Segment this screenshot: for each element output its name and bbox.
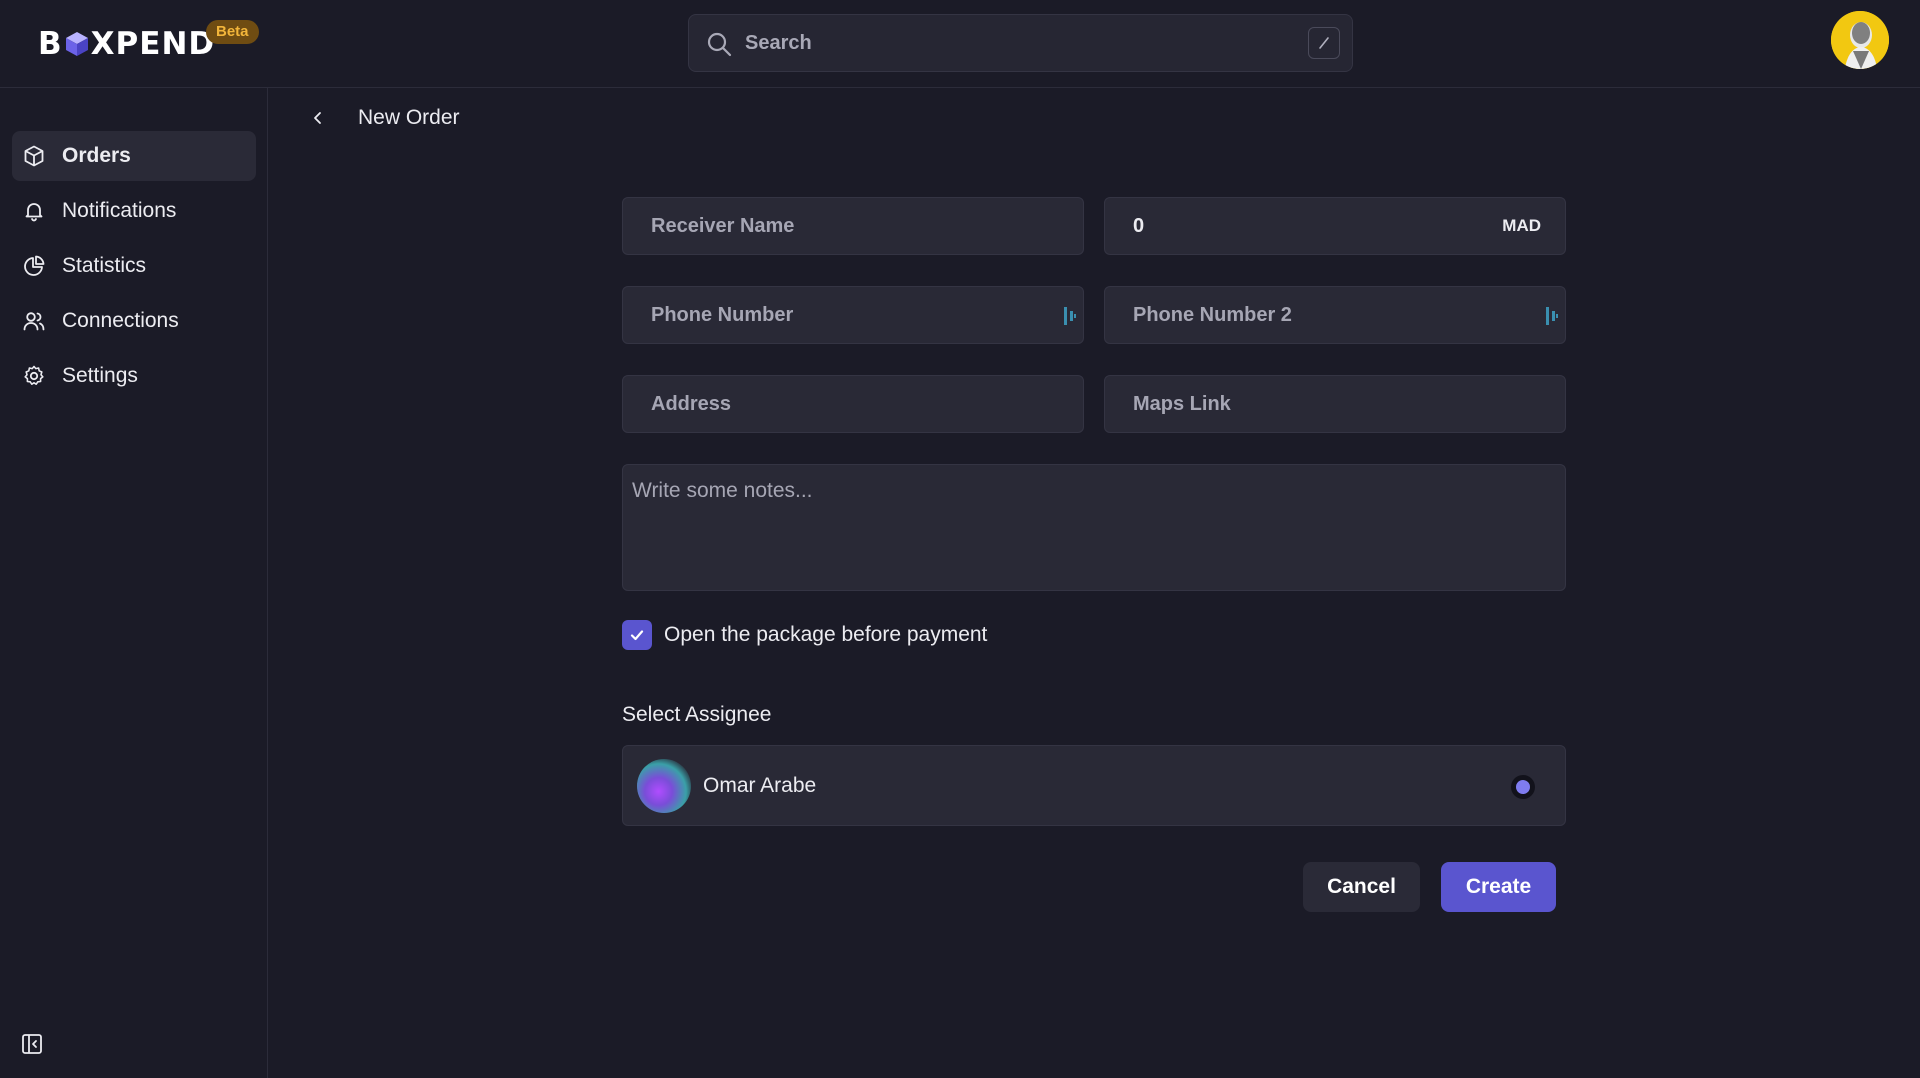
assignee-option[interactable]: Omar Arabe [622, 745, 1566, 826]
phone-number-input[interactable] [623, 287, 1083, 343]
assignee-avatar [637, 759, 691, 813]
users-icon [23, 312, 45, 331]
phone-field-icon [1064, 307, 1076, 325]
assignee-section-title: Select Assignee [622, 703, 772, 726]
app-logo[interactable]: B XPEND [38, 26, 215, 62]
logo-wordmark: B XPEND [38, 26, 215, 62]
back-button[interactable] [300, 100, 336, 136]
avatar-portrait-icon [1831, 11, 1889, 69]
address-field [622, 375, 1084, 433]
sidebar-item-label: Orders [62, 144, 131, 167]
top-bar: B XPEND Beta [0, 0, 1920, 88]
open-package-option: Open the package before payment [622, 620, 987, 650]
sidebar-item-settings[interactable]: Settings [12, 351, 256, 401]
amount-field: MAD [1104, 197, 1566, 255]
receiver-name-input[interactable] [623, 198, 1083, 254]
user-avatar[interactable] [1831, 11, 1889, 69]
radio-selected-dot [1516, 780, 1530, 794]
slash-shortcut-icon [1308, 27, 1340, 59]
page-header: New Order [300, 100, 460, 136]
open-package-checkbox[interactable] [622, 620, 652, 650]
collapse-sidebar-icon[interactable] [20, 1032, 44, 1056]
sidebar-item-orders[interactable]: Orders [12, 131, 256, 181]
bell-icon [25, 203, 43, 222]
search-input[interactable] [745, 25, 1265, 61]
assignee-radio[interactable] [1511, 775, 1535, 799]
logo-box-icon [65, 32, 88, 56]
notes-field [622, 464, 1566, 591]
cancel-button[interactable]: Cancel [1303, 862, 1420, 912]
beta-badge: Beta [206, 20, 259, 44]
logo-text-left: B [38, 26, 63, 62]
sidebar-item-label: Statistics [62, 254, 147, 277]
sidebar-item-connections[interactable]: Connections [12, 296, 256, 346]
phone-field-icon [1546, 307, 1558, 325]
create-button[interactable]: Create [1441, 862, 1556, 912]
currency-label: MAD [1502, 216, 1541, 235]
sidebar-item-statistics[interactable]: Statistics [12, 241, 256, 291]
phone-number-2-input[interactable] [1105, 287, 1565, 343]
search-icon [707, 32, 732, 57]
maps-link-input[interactable] [1105, 376, 1565, 432]
maps-link-field [1104, 375, 1566, 433]
address-input[interactable] [623, 376, 1083, 432]
amount-input[interactable] [1105, 198, 1565, 254]
chevron-left-icon [314, 112, 321, 124]
logo-text-right: XPEND [90, 26, 216, 62]
phone-number-field [622, 286, 1084, 344]
sidebar-item-label: Notifications [62, 199, 177, 222]
sidebar-item-label: Settings [62, 364, 138, 387]
phone-number-2-field [1104, 286, 1566, 344]
receiver-name-field [622, 197, 1084, 255]
sidebar-item-label: Connections [62, 309, 179, 332]
assignee-name: Omar Arabe [703, 774, 817, 797]
box-icon [24, 145, 44, 167]
notes-textarea[interactable] [623, 465, 1565, 590]
sidebar: Orders Notifications Statistics Connecti… [0, 88, 268, 1078]
page-title: New Order [358, 106, 460, 129]
pie-chart-icon [24, 255, 45, 276]
search-bar[interactable] [688, 14, 1353, 72]
sidebar-item-notifications[interactable]: Notifications [12, 186, 256, 236]
open-package-label: Open the package before payment [664, 623, 988, 646]
check-icon [630, 630, 644, 641]
gear-icon [24, 365, 44, 385]
